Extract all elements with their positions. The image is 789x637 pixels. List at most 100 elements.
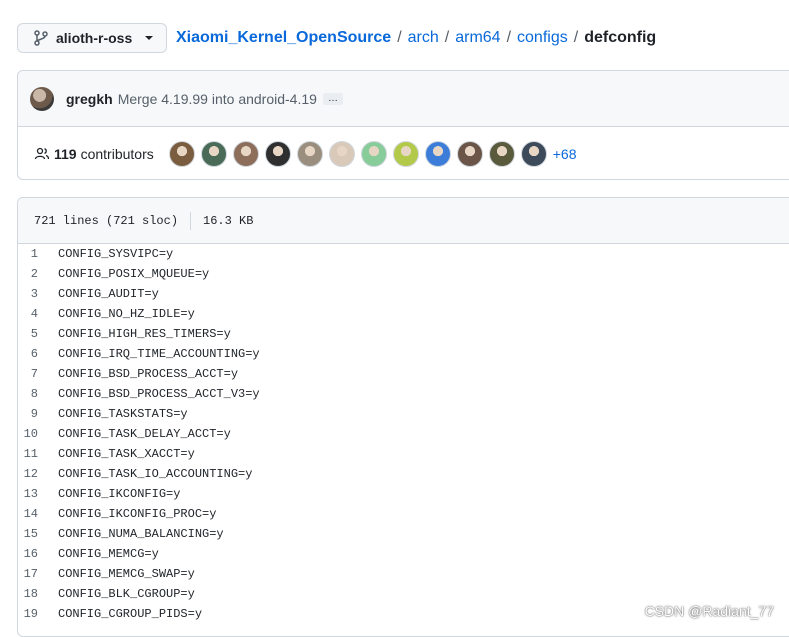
line-number[interactable]: 12 [18, 467, 58, 481]
line-content: CONFIG_HIGH_RES_TIMERS=y [58, 327, 231, 341]
line-number[interactable]: 5 [18, 327, 58, 341]
commit-expand-button[interactable]: … [322, 92, 343, 105]
line-number[interactable]: 4 [18, 307, 58, 321]
git-branch-icon [34, 30, 48, 46]
line-number[interactable]: 10 [18, 427, 58, 441]
code-line: 9 CONFIG_TASKSTATS=y [18, 404, 789, 424]
code-listing: 1 CONFIG_SYSVIPC=y 2 CONFIG_POSIX_MQUEUE=y 3… [18, 244, 789, 624]
line-content: CONFIG_CGROUP_PIDS=y [58, 607, 203, 621]
code-line: 1 CONFIG_SYSVIPC=y [18, 244, 789, 264]
contributor-avatar[interactable] [520, 141, 547, 167]
contributor-avatar[interactable] [296, 141, 323, 167]
breadcrumb-arch-link[interactable]: arch [408, 29, 439, 47]
contributor-avatar[interactable] [360, 141, 387, 167]
latest-commit-box: gregkh Merge 4.19.99 into android-4.19 …… [17, 70, 789, 180]
contributor-avatar[interactable] [168, 141, 195, 167]
contributors-row: 119 contributors +68 [18, 127, 789, 181]
code-line: 3 CONFIG_AUDIT=y [18, 284, 789, 304]
code-line: 14 CONFIG_IKCONFIG_PROC=y [18, 504, 789, 524]
line-number[interactable]: 17 [18, 567, 58, 581]
latest-commit-row: gregkh Merge 4.19.99 into android-4.19 … [18, 71, 789, 127]
contributor-avatar[interactable] [456, 141, 483, 167]
contributors-count[interactable]: 119 [54, 146, 77, 162]
line-content: CONFIG_BSD_PROCESS_ACCT=y [58, 367, 239, 381]
line-content: CONFIG_MEMCG_SWAP=y [58, 567, 195, 581]
contributor-avatar[interactable] [264, 141, 291, 167]
line-content: CONFIG_IRQ_TIME_ACCOUNTING=y [58, 347, 260, 361]
code-line: 4 CONFIG_NO_HZ_IDLE=y [18, 304, 789, 324]
breadcrumb-current-file: defconfig [584, 29, 657, 46]
watermark: CSDN @Radiant_77 [644, 603, 774, 619]
more-contributors-link[interactable]: +68 [553, 146, 577, 162]
branch-name: alioth-r-oss [56, 30, 133, 46]
line-number[interactable]: 3 [18, 287, 58, 301]
breadcrumb: Xiaomi_Kernel_OpenSource / arch / arm64 … [176, 29, 656, 47]
top-bar: alioth-r-oss Xiaomi_Kernel_OpenSource / … [17, 23, 656, 53]
line-content: CONFIG_NO_HZ_IDLE=y [58, 307, 195, 321]
line-number[interactable]: 6 [18, 347, 58, 361]
breadcrumb-repo-link[interactable]: Xiaomi_Kernel_OpenSource [176, 29, 391, 47]
line-content: CONFIG_IKCONFIG_PROC=y [58, 507, 217, 521]
code-line: 13 CONFIG_IKCONFIG=y [18, 484, 789, 504]
line-content: CONFIG_AUDIT=y [58, 287, 159, 301]
line-number[interactable]: 19 [18, 607, 58, 621]
line-number[interactable]: 7 [18, 367, 58, 381]
line-content: CONFIG_NUMA_BALANCING=y [58, 527, 224, 541]
commit-message[interactable]: Merge 4.19.99 into android-4.19 [118, 91, 317, 107]
line-number[interactable]: 14 [18, 507, 58, 521]
code-line: 15 CONFIG_NUMA_BALANCING=y [18, 524, 789, 544]
code-line: 6 CONFIG_IRQ_TIME_ACCOUNTING=y [18, 344, 789, 364]
line-number[interactable]: 16 [18, 547, 58, 561]
breadcrumb-arm64-link[interactable]: arm64 [455, 29, 500, 47]
line-content: CONFIG_BLK_CGROUP=y [58, 587, 195, 601]
line-content: CONFIG_TASK_IO_ACCOUNTING=y [58, 467, 253, 481]
breadcrumb-configs-link[interactable]: configs [517, 29, 568, 47]
contributor-avatar[interactable] [424, 141, 451, 167]
code-line: 8 CONFIG_BSD_PROCESS_ACCT_V3=y [18, 384, 789, 404]
chevron-down-icon [144, 35, 154, 41]
file-viewer: 721 lines (721 sloc) 16.3 KB 1 CONFIG_SYS… [17, 197, 789, 637]
line-content: CONFIG_POSIX_MQUEUE=y [58, 267, 210, 281]
breadcrumb-separator: / [397, 29, 402, 46]
code-line: 17 CONFIG_MEMCG_SWAP=y [18, 564, 789, 584]
breadcrumb-separator: / [444, 29, 450, 46]
line-number[interactable]: 13 [18, 487, 58, 501]
line-number[interactable]: 18 [18, 587, 58, 601]
contributor-avatar[interactable] [232, 141, 259, 167]
line-content: CONFIG_SYSVIPC=y [58, 247, 174, 261]
contributor-avatar[interactable] [200, 141, 227, 167]
line-content: CONFIG_MEMCG=y [58, 547, 159, 561]
code-line: 18 CONFIG_BLK_CGROUP=y [18, 584, 789, 604]
code-line: 16 CONFIG_MEMCG=y [18, 544, 789, 564]
contributor-avatar[interactable] [392, 141, 419, 167]
file-info-bar: 721 lines (721 sloc) 16.3 KB [18, 198, 789, 244]
code-line: 2 CONFIG_POSIX_MQUEUE=y [18, 264, 789, 284]
line-content: CONFIG_TASKSTATS=y [58, 407, 188, 421]
code-line: 7 CONFIG_BSD_PROCESS_ACCT=y [18, 364, 789, 384]
people-icon [34, 146, 50, 162]
code-line: 12 CONFIG_TASK_IO_ACCOUNTING=y [18, 464, 789, 484]
line-number[interactable]: 8 [18, 387, 58, 401]
line-number[interactable]: 9 [18, 407, 58, 421]
file-size: 16.3 KB [203, 213, 254, 228]
file-info-divider [190, 211, 192, 230]
breadcrumb-separator: / [573, 29, 579, 46]
line-number[interactable]: 11 [18, 447, 58, 461]
line-number[interactable]: 1 [18, 247, 58, 261]
branch-select-button[interactable]: alioth-r-oss [17, 23, 167, 53]
code-line: 5 CONFIG_HIGH_RES_TIMERS=y [18, 324, 789, 344]
contributor-avatar[interactable] [328, 141, 355, 167]
line-number[interactable]: 2 [18, 267, 58, 281]
code-line: 11 CONFIG_TASK_XACCT=y [18, 444, 789, 464]
author-avatar[interactable] [30, 86, 54, 111]
line-content: CONFIG_IKCONFIG=y [58, 487, 181, 501]
contributors-label[interactable]: contributors [81, 146, 154, 162]
contributor-avatar[interactable] [488, 141, 515, 167]
breadcrumb-separator: / [506, 29, 512, 46]
line-content: CONFIG_TASK_DELAY_ACCT=y [58, 427, 231, 441]
line-number[interactable]: 15 [18, 527, 58, 541]
contributor-avatars [168, 141, 553, 167]
commit-author-link[interactable]: gregkh [66, 91, 113, 107]
code-line: 10 CONFIG_TASK_DELAY_ACCT=y [18, 424, 789, 444]
line-content: CONFIG_TASK_XACCT=y [58, 447, 195, 461]
